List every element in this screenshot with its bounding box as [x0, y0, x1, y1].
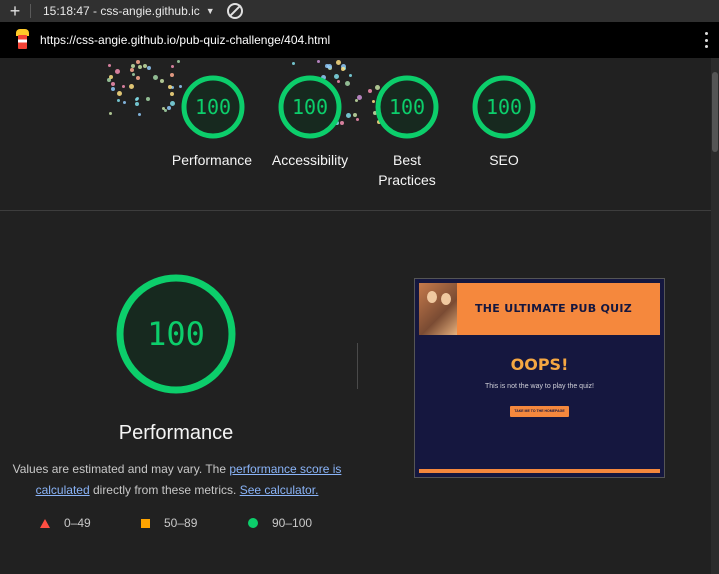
quiz-logo-image	[419, 283, 457, 335]
more-options-icon[interactable]	[705, 32, 709, 48]
browser-tab-bar: + 15:18:47 - css-angie.github.ic ▼	[0, 0, 719, 22]
gauge-label-accessibility[interactable]: Accessibility	[260, 150, 360, 170]
legend-pass-label: 90–100	[272, 516, 313, 530]
gauge-label-seo[interactable]: SEO	[454, 150, 554, 170]
performance-description: Values are estimated and may vary. The p…	[12, 459, 342, 501]
confetti-dot	[134, 97, 138, 101]
confetti-dot	[131, 72, 135, 76]
confetti-dot	[121, 84, 125, 88]
legend-fail: 0–49	[40, 516, 91, 530]
lighthouse-icon	[12, 29, 32, 51]
confetti-dot	[171, 64, 175, 68]
confetti-dot	[152, 74, 158, 80]
confetti-dot	[356, 94, 362, 100]
gauge-score: 100	[388, 95, 426, 119]
gauge-score: 100	[291, 95, 329, 119]
gauge-accessibility[interactable]: 100	[278, 75, 342, 139]
page-url[interactable]: https://css-angie.github.io/pub-quiz-cha…	[40, 33, 330, 47]
screenshot-home-button: TAKE ME TO THE HOMEPAGE	[510, 406, 569, 417]
performance-gauge: 100	[115, 273, 237, 395]
gauge-best-practices[interactable]: 100	[375, 75, 439, 139]
circle-icon	[248, 518, 258, 528]
confetti-dot	[138, 64, 143, 69]
screenshot-message: This is not the way to play the quiz!	[485, 383, 594, 390]
vertical-divider	[357, 343, 358, 389]
confetti-dot	[122, 100, 126, 104]
confetti-dot	[116, 98, 120, 102]
legend-average-label: 50–89	[164, 516, 198, 530]
screenshot-footer	[419, 469, 660, 473]
gauge-score: 100	[194, 95, 232, 119]
confetti-dot	[135, 75, 140, 80]
performance-title: Performance	[118, 422, 234, 444]
see-calculator-link[interactable]: See calculator.	[240, 483, 319, 497]
final-screenshot[interactable]: THE ULTIMATE PUB QUIZ OOPS! This is not …	[414, 278, 665, 478]
section-divider	[0, 210, 711, 211]
confetti-dot	[169, 101, 175, 107]
performance-score: 100	[147, 315, 205, 353]
screenshot-heading: OOPS!	[510, 355, 569, 374]
confetti-dot	[341, 66, 346, 71]
confetti-dot	[367, 88, 372, 93]
url-bar: https://css-angie.github.io/pub-quiz-cha…	[0, 22, 719, 58]
scrollbar-thumb[interactable]	[712, 72, 718, 152]
gauge-label-performance[interactable]: Performance	[162, 150, 262, 170]
screenshot-header: THE ULTIMATE PUB QUIZ	[419, 283, 660, 335]
legend-fail-label: 0–49	[64, 516, 91, 530]
confetti-dot	[108, 111, 112, 115]
square-icon	[141, 518, 150, 528]
screenshot-header-title: THE ULTIMATE PUB QUIZ	[475, 302, 633, 315]
confetti-dot	[324, 64, 329, 69]
tab-dropdown-icon[interactable]: ▼	[206, 6, 215, 16]
confetti-dot	[355, 117, 359, 121]
legend-average: 50–89	[141, 516, 197, 530]
scrollbar[interactable]	[711, 58, 719, 574]
tab-separator	[30, 4, 31, 18]
confetti-dot	[170, 72, 175, 77]
tab-title[interactable]: 15:18:47 - css-angie.github.ic	[43, 4, 200, 18]
new-tab-button[interactable]: +	[0, 0, 30, 22]
gauge-performance[interactable]: 100	[181, 75, 245, 139]
confetti-dot	[135, 101, 140, 106]
confetti-dot	[167, 84, 172, 89]
confetti-dot	[138, 112, 142, 116]
confetti-dot	[116, 90, 122, 96]
desc-text: Values are estimated and may vary. The	[12, 462, 230, 476]
legend-pass: 90–100	[248, 516, 312, 530]
gauge-label-best-practices[interactable]: Best Practices	[367, 150, 447, 190]
triangle-icon	[40, 518, 50, 528]
gauge-seo[interactable]: 100	[472, 75, 536, 139]
desc-text-middle: directly from these metrics.	[89, 483, 240, 497]
block-icon[interactable]	[226, 3, 243, 19]
gauge-score: 100	[485, 95, 523, 119]
